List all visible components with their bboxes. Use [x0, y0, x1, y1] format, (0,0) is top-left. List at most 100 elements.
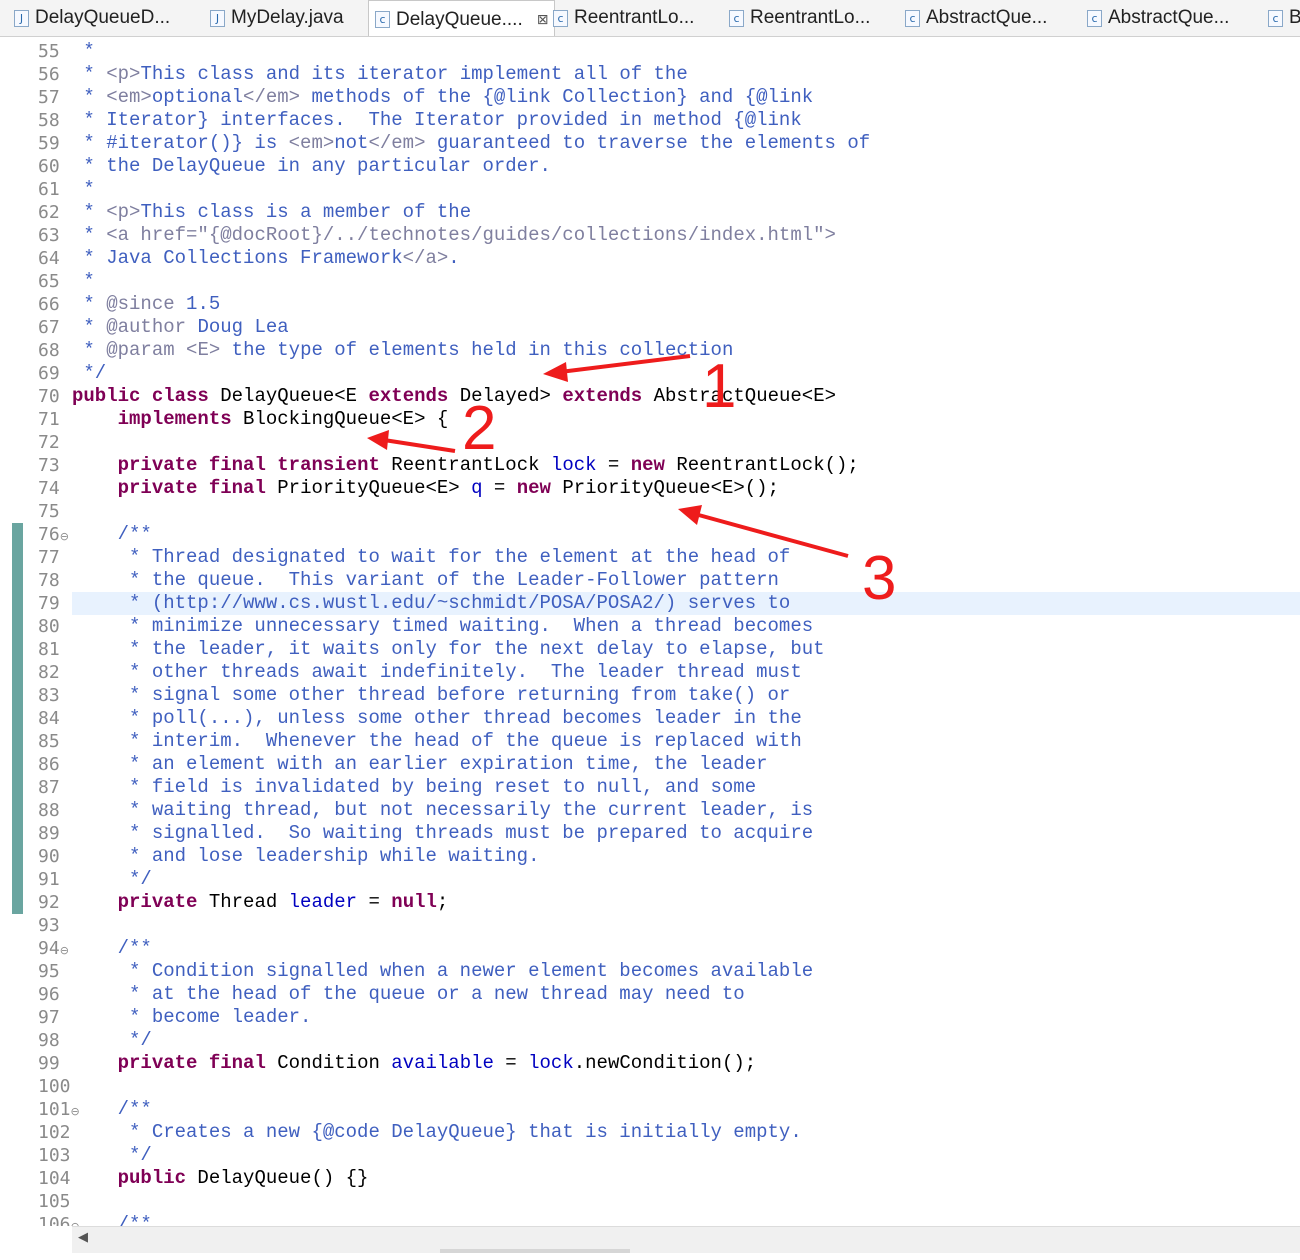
code-line[interactable]: */: [72, 868, 1300, 891]
code-line[interactable]: * Creates a new {@code DelayQueue} that …: [72, 1121, 1300, 1144]
code-line[interactable]: * @param <E> the type of elements held i…: [72, 339, 1300, 362]
tab-abstractqueue-2[interactable]: c AbstractQue...: [1087, 0, 1229, 36]
code-line[interactable]: *: [72, 270, 1300, 293]
code-token: private: [117, 891, 198, 913]
code-line[interactable]: * other threads await indefinitely. The …: [72, 661, 1300, 684]
code-token: methods of the {@link Collection} and {@…: [300, 86, 814, 108]
code-line[interactable]: * #iterator()} is <em>not</em> guarantee…: [72, 132, 1300, 155]
code-line[interactable]: /**: [72, 937, 1300, 960]
fold-collapse-icon[interactable]: ⊖: [60, 944, 69, 957]
tab-overflow[interactable]: c B: [1268, 0, 1300, 36]
scrollbar-thumb[interactable]: [440, 1249, 630, 1253]
code-line[interactable]: implements BlockingQueue<E> {: [72, 408, 1300, 431]
annotation-number-3: 3: [862, 544, 897, 613]
code-line[interactable]: * become leader.: [72, 1006, 1300, 1029]
code-line[interactable]: * (http://www.cs.wustl.edu/~schmidt/POSA…: [72, 592, 1300, 615]
code-token: *: [72, 270, 95, 292]
code-line[interactable]: private final transient ReentrantLock lo…: [72, 454, 1300, 477]
line-number: 64: [38, 248, 60, 269]
code-line[interactable]: private final Condition available = lock…: [72, 1052, 1300, 1075]
tab-abstractqueue-1[interactable]: c AbstractQue...: [905, 0, 1047, 36]
code-line[interactable]: * <p>This class is a member of the: [72, 201, 1300, 224]
code-token: Doug Lea: [186, 316, 289, 338]
tab-label: ReentrantLo...: [750, 7, 871, 28]
code-line[interactable]: */: [72, 1029, 1300, 1052]
code-line[interactable]: * <a href="{@docRoot}/../technotes/guide…: [72, 224, 1300, 247]
code-line[interactable]: */: [72, 362, 1300, 385]
code-line[interactable]: * @author Doug Lea: [72, 316, 1300, 339]
tab-delayqueuedemo[interactable]: J DelayQueueD...: [14, 0, 170, 36]
tab-delayqueue-class[interactable]: c DelayQueue.... ⊠: [368, 0, 556, 36]
code-line[interactable]: private Thread leader = null;: [72, 891, 1300, 914]
code-line[interactable]: * interim. Whenever the head of the queu…: [72, 730, 1300, 753]
code-line[interactable]: * and lose leadership while waiting.: [72, 845, 1300, 868]
code-line[interactable]: *: [72, 40, 1300, 63]
code-token: * minimize unnecessary timed waiting. Wh…: [72, 615, 814, 637]
code-token: */: [72, 868, 152, 890]
close-tab-icon[interactable]: ⊠: [537, 12, 549, 28]
line-number: 65: [38, 271, 60, 292]
line-number: 72: [38, 432, 60, 453]
code-editor[interactable]: 55 56 57 58 59 60 61 62 63 64 65 66 67 68 69 70 71 72 73 74…: [0, 40, 1300, 1226]
code-line[interactable]: * an element with an earlier expiration …: [72, 753, 1300, 776]
code-line[interactable]: * Condition signalled when a newer eleme…: [72, 960, 1300, 983]
code-line[interactable]: * @since 1.5: [72, 293, 1300, 316]
code-token: <em>: [288, 132, 335, 154]
code-line[interactable]: /**: [72, 523, 1300, 546]
code-line[interactable]: * minimize unnecessary timed waiting. Wh…: [72, 615, 1300, 638]
code-line[interactable]: * Java Collections Framework</a>.: [72, 247, 1300, 270]
code-line[interactable]: public class DelayQueue<E extends Delaye…: [72, 385, 1300, 408]
scroll-left-icon[interactable]: ◀: [78, 1230, 88, 1245]
code-line[interactable]: public DelayQueue() {}: [72, 1167, 1300, 1190]
code-line[interactable]: [72, 1075, 1300, 1098]
code-token: This class and its iterator implement al…: [140, 63, 688, 85]
code-line[interactable]: /**: [72, 1098, 1300, 1121]
line-number: 73: [38, 455, 60, 476]
code-line[interactable]: [72, 1190, 1300, 1213]
code-line[interactable]: * Iterator} interfaces. The Iterator pro…: [72, 109, 1300, 132]
code-token: the type of elements held in this collec…: [220, 339, 734, 361]
code-line[interactable]: * the queue. This variant of the Leader-…: [72, 569, 1300, 592]
code-token: @author: [106, 316, 187, 338]
code-token: .newCondition();: [573, 1052, 757, 1074]
code-token: * waiting thread, but not necessarily th…: [72, 799, 814, 821]
code-token: final: [208, 454, 266, 476]
tab-reentrantlock-1[interactable]: c ReentrantLo...: [553, 0, 694, 36]
tab-label: DelayQueueD...: [35, 7, 171, 28]
code-line[interactable]: [72, 914, 1300, 937]
code-line[interactable]: * <p>This class and its iterator impleme…: [72, 63, 1300, 86]
code-token: * the queue. This variant of the Leader-…: [72, 569, 779, 591]
code-line[interactable]: * signalled. So waiting threads must be …: [72, 822, 1300, 845]
line-number: 69: [38, 363, 60, 384]
code-line[interactable]: /**: [72, 1213, 1300, 1226]
code-line[interactable]: * <em>optional</em> methods of the {@lin…: [72, 86, 1300, 109]
code-line[interactable]: */: [72, 1144, 1300, 1167]
code-line[interactable]: * at the head of the queue or a new thre…: [72, 983, 1300, 1006]
code-line[interactable]: [72, 500, 1300, 523]
fold-collapse-icon[interactable]: ⊖: [60, 530, 69, 543]
line-number: 99: [38, 1053, 60, 1074]
code-line[interactable]: * signal some other thread before return…: [72, 684, 1300, 707]
code-line[interactable]: * field is invalidated by being reset to…: [72, 776, 1300, 799]
code-line[interactable]: *: [72, 178, 1300, 201]
tab-reentrantlock-2[interactable]: c ReentrantLo...: [729, 0, 870, 36]
code-line[interactable]: * the leader, it waits only for the next…: [72, 638, 1300, 661]
tab-mydelay[interactable]: J MyDelay.java: [210, 0, 344, 36]
code-line[interactable]: * poll(...), unless some other thread be…: [72, 707, 1300, 730]
line-number: 96: [38, 984, 60, 1005]
code-line[interactable]: [72, 431, 1300, 454]
code-line[interactable]: private final PriorityQueue<E> q = new P…: [72, 477, 1300, 500]
code-token: */: [72, 1144, 152, 1166]
code-line[interactable]: * Thread designated to wait for the elem…: [72, 546, 1300, 569]
horizontal-scrollbar[interactable]: ◀: [72, 1226, 1300, 1253]
line-number: 58: [38, 110, 60, 131]
line-number: 76⊖: [38, 524, 69, 545]
code-token: private: [117, 454, 198, 476]
code-area[interactable]: * * <p>This class and its iterator imple…: [72, 40, 1300, 1226]
annotation-number-1: 1: [702, 352, 737, 421]
code-line[interactable]: * waiting thread, but not necessarily th…: [72, 799, 1300, 822]
code-token: /**: [72, 1098, 152, 1120]
code-token: * signal some other thread before return…: [72, 684, 791, 706]
code-line[interactable]: * the DelayQueue in any particular order…: [72, 155, 1300, 178]
